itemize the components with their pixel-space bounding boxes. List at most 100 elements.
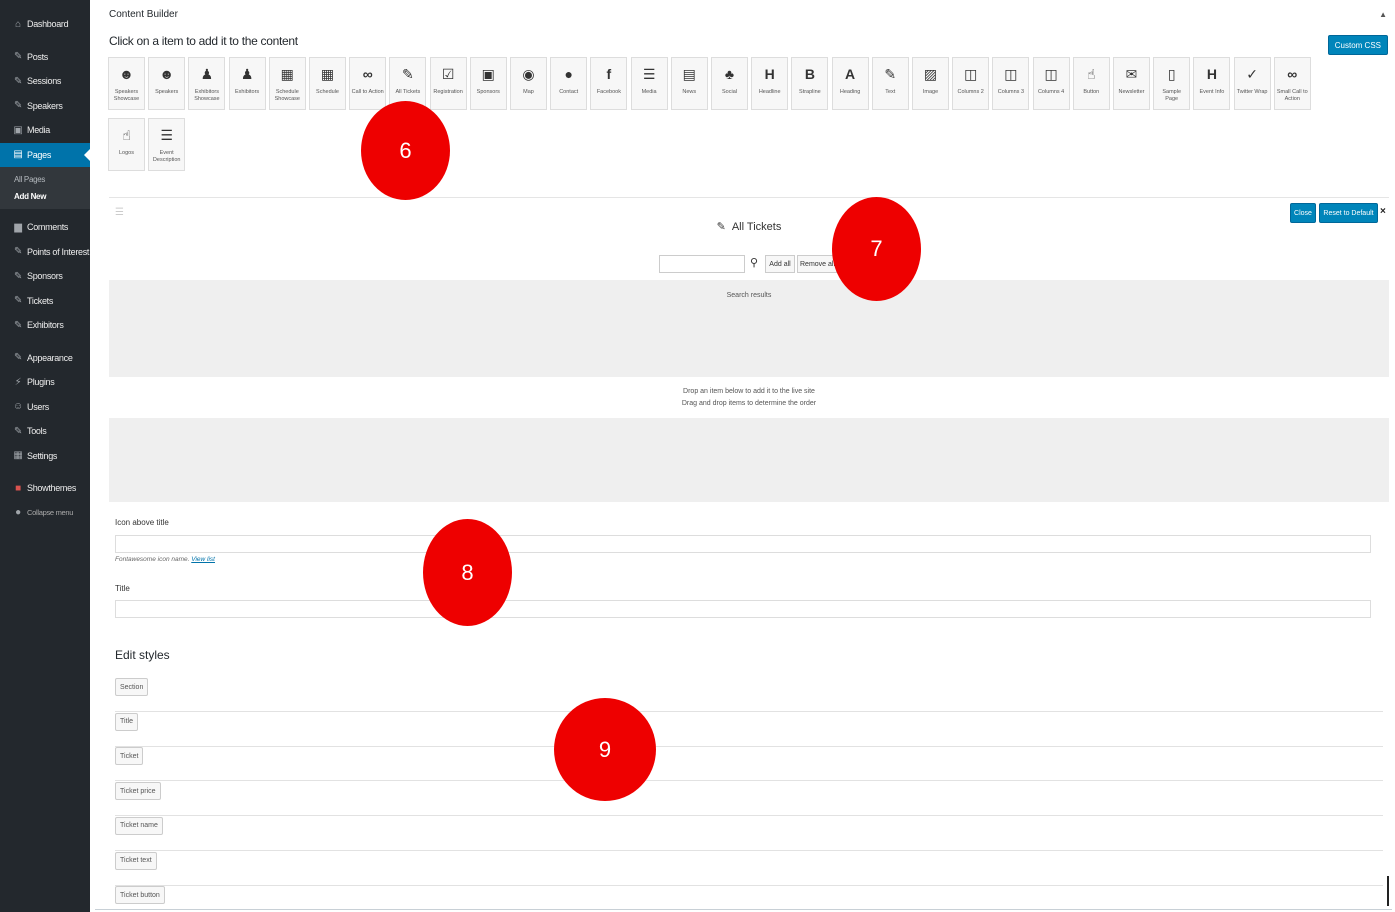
title-field-label: Title bbox=[115, 584, 130, 593]
tile-label: Contact bbox=[559, 89, 579, 95]
sidebar-item-sponsors[interactable]: ✎ Sponsors bbox=[0, 264, 90, 289]
sponsors-icon: ▣ bbox=[481, 66, 495, 82]
sidebar-item-posts[interactable]: ✎ Posts bbox=[0, 45, 90, 70]
element-tile[interactable]: ◫ Columns 2 bbox=[952, 57, 990, 110]
element-tile[interactable]: ♣ Social bbox=[711, 57, 748, 110]
sidebar-item-plugins[interactable]: ⚡ Plugins bbox=[0, 370, 90, 395]
annotation-marker-9: 9 bbox=[554, 698, 656, 801]
element-tile[interactable]: ☻ Speakers bbox=[148, 57, 186, 110]
page-icon: ▤ bbox=[13, 149, 23, 161]
element-tile[interactable]: ▦ Schedule Showcase bbox=[268, 57, 306, 110]
reset-to-default-button[interactable]: Reset to Default bbox=[1319, 203, 1378, 223]
edit-style-button[interactable]: Ticket button bbox=[115, 886, 165, 905]
element-tile[interactable]: ✓ Twitter Wrap bbox=[1233, 57, 1271, 110]
sidebar-item-comments[interactable]: ▆ Comments bbox=[0, 215, 90, 240]
element-tile[interactable]: ● Contact bbox=[550, 57, 588, 110]
edit-style-button[interactable]: Section bbox=[115, 678, 149, 696]
edit-style-button[interactable]: Ticket text bbox=[115, 851, 157, 870]
sidebar-item-label: Tickets bbox=[27, 295, 54, 306]
edit-style-button[interactable]: Ticket name bbox=[115, 816, 163, 835]
icon-above-title-input[interactable] bbox=[115, 535, 1371, 553]
element-tile[interactable]: ♟ Exhibitors Showcase bbox=[188, 57, 226, 110]
style-row: Ticket price bbox=[115, 782, 1383, 817]
edit-styles-heading: Edit styles bbox=[115, 648, 170, 662]
sidebar-item-tools[interactable]: ✎ Tools bbox=[0, 419, 90, 444]
element-tile[interactable]: ☰ Event Description bbox=[148, 118, 186, 171]
element-tile[interactable]: ♟ Exhibitors bbox=[228, 57, 266, 110]
element-tile[interactable]: H Headline bbox=[751, 57, 789, 110]
annotation-marker-7: 7 bbox=[832, 197, 921, 301]
submenu-add-new[interactable]: Add New bbox=[0, 188, 90, 205]
sidebar-item-media[interactable]: ▣ Media bbox=[0, 118, 90, 143]
pin-icon: ✎ bbox=[13, 75, 23, 87]
sidebar-item-pages[interactable]: ▤ Pages bbox=[0, 142, 90, 167]
facebook-icon: f bbox=[606, 66, 612, 82]
sidebar-item-points-of-interest[interactable]: ✎ Points of Interest bbox=[0, 240, 90, 265]
close-button[interactable]: Close bbox=[1290, 203, 1316, 223]
custom-css-button[interactable]: Custom CSS bbox=[1327, 35, 1388, 55]
search-icon[interactable]: ⚲ bbox=[750, 256, 758, 269]
element-tile[interactable]: ◫ Columns 4 bbox=[1032, 57, 1070, 110]
map-icon: ◉ bbox=[522, 66, 535, 82]
sidebar-item-sessions[interactable]: ✎ Sessions bbox=[0, 69, 90, 94]
element-tile[interactable]: H Event Info bbox=[1193, 57, 1231, 110]
tile-label: Small Call to Action bbox=[1276, 89, 1308, 102]
tile-label: Heading bbox=[839, 89, 861, 95]
element-tile[interactable]: ☝ Button bbox=[1072, 57, 1110, 110]
element-tile[interactable]: ▦ Schedule bbox=[309, 57, 346, 110]
element-tile[interactable]: ✎ Text bbox=[871, 57, 909, 110]
element-tile[interactable]: ☝ Logos bbox=[108, 118, 145, 171]
sidebar-item-dashboard[interactable]: ⌂ Dashboard bbox=[0, 12, 90, 37]
element-tile[interactable]: ☑ Registration bbox=[429, 57, 467, 110]
title-input[interactable] bbox=[115, 600, 1371, 618]
drop-zone[interactable] bbox=[109, 418, 1389, 502]
element-tile[interactable]: ∞ Small Call to Action bbox=[1273, 57, 1311, 110]
collapse-caret-icon[interactable]: ▲ bbox=[1379, 10, 1387, 19]
sidebar-item-users[interactable]: ☺ Users bbox=[0, 395, 90, 420]
annotation-marker-6: 6 bbox=[361, 101, 450, 200]
tile-label: Logos bbox=[119, 150, 134, 156]
sidebar-item-appearance[interactable]: ✎ Appearance bbox=[0, 346, 90, 371]
sidebar-item-tickets[interactable]: ✎ Tickets bbox=[0, 289, 90, 314]
sidebar-item-exhibitors[interactable]: ✎ Exhibitors bbox=[0, 313, 90, 338]
close-x-icon[interactable]: × bbox=[1380, 206, 1386, 217]
sidebar-item-speakers[interactable]: ✎ Speakers bbox=[0, 94, 90, 119]
sidebar-item-label: Showthemes bbox=[27, 483, 77, 494]
sidebar-item-label: Comments bbox=[27, 222, 69, 233]
remove-all-button[interactable]: Remove all bbox=[797, 255, 837, 273]
block-title-text: All Tickets bbox=[731, 221, 782, 233]
element-tile[interactable]: ◉ Map bbox=[510, 57, 547, 110]
drag-handle-icon[interactable]: ☰ bbox=[115, 207, 124, 218]
users-icon: ☻ bbox=[159, 66, 175, 82]
element-tile[interactable]: ◫ Columns 3 bbox=[992, 57, 1030, 110]
element-tile[interactable]: ▯ Sample Page bbox=[1153, 57, 1191, 110]
sidebar-collapse-menu[interactable]: ● Collapse menu bbox=[0, 501, 90, 526]
tile-label: Twitter Wrap bbox=[1236, 89, 1268, 95]
tile-label: Call to Action bbox=[351, 89, 384, 95]
edit-style-button[interactable]: Title bbox=[115, 712, 138, 731]
view-list-link[interactable]: View list bbox=[191, 556, 215, 563]
pin-icon: ✎ bbox=[13, 295, 23, 307]
element-tile[interactable]: ▤ News bbox=[670, 57, 708, 110]
element-tile[interactable]: ▨ Image bbox=[912, 57, 949, 110]
element-tile[interactable]: ✉ Newsletter bbox=[1113, 57, 1150, 110]
element-tile[interactable]: f Facebook bbox=[590, 57, 628, 110]
submenu-all-pages[interactable]: All Pages bbox=[0, 171, 90, 188]
edit-style-button[interactable]: Ticket bbox=[115, 747, 144, 766]
element-tile[interactable]: B Strapline bbox=[791, 57, 829, 110]
add-all-button[interactable]: Add all bbox=[765, 255, 795, 273]
sidebar-item-settings[interactable]: ▦ Settings bbox=[0, 444, 90, 469]
tile-label: Headline bbox=[758, 89, 781, 95]
pencil-icon: ✎ bbox=[884, 66, 897, 82]
sidebar-item-label: Collapse menu bbox=[27, 508, 74, 518]
edit-style-button[interactable]: Ticket price bbox=[115, 782, 161, 801]
element-tile[interactable]: ☻ Speakers Showcase bbox=[108, 57, 145, 110]
element-tile[interactable]: ☰ Media bbox=[630, 57, 668, 110]
element-tile[interactable]: ▣ Sponsors bbox=[469, 57, 507, 110]
search-input[interactable] bbox=[659, 255, 745, 273]
envelope-icon: ✉ bbox=[1125, 66, 1138, 82]
tile-label: Columns 2 bbox=[957, 89, 984, 95]
sidebar-item-showthemes[interactable]: ■ Showthemes bbox=[0, 476, 90, 501]
element-tile[interactable]: A Heading bbox=[831, 57, 869, 110]
element-tile[interactable]: ∞ Call to Action bbox=[349, 57, 387, 110]
